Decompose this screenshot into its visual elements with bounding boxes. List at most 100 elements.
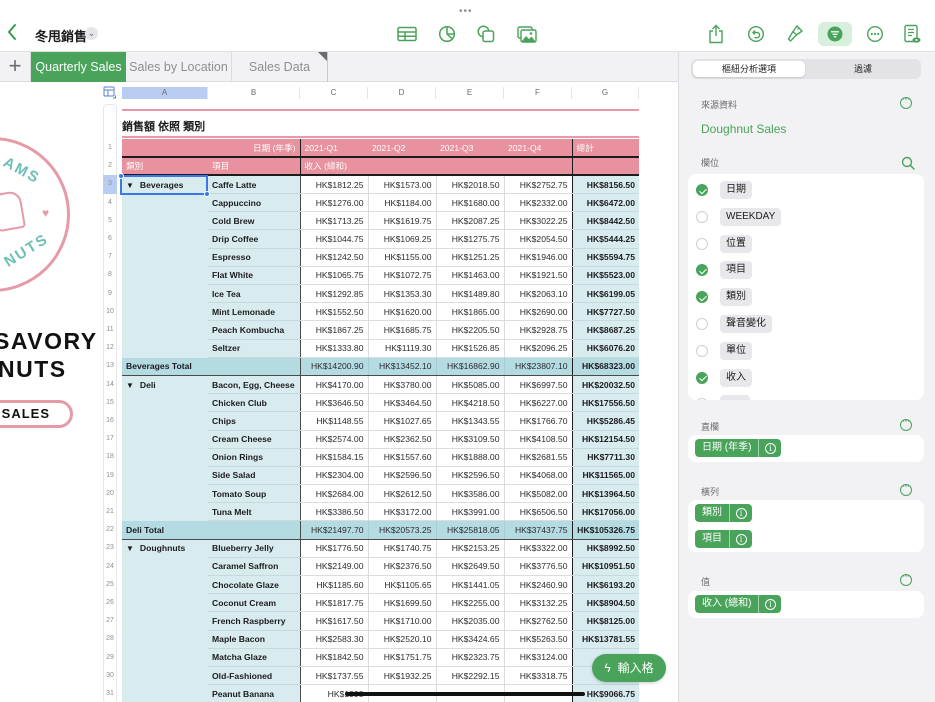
value-cell[interactable]: HK$1526.85 — [436, 339, 505, 358]
row-total-cell[interactable]: HK$8125.00 — [572, 611, 639, 631]
collapse-triangle-icon[interactable]: ▼ — [126, 544, 134, 553]
row-header[interactable]: 16 — [103, 412, 117, 430]
segment-filter[interactable]: 過濾 — [807, 61, 919, 77]
category-cell[interactable]: ▼ Deli — [122, 375, 208, 395]
item-cell[interactable]: Flat White — [208, 266, 301, 286]
value-cell[interactable]: HK$1699.50 — [368, 593, 437, 613]
field-chip[interactable]: WEEKDAY — [720, 207, 782, 226]
row-total-cell[interactable]: HK$5594.75 — [572, 248, 639, 267]
field-item[interactable]: 項目 — [696, 260, 752, 280]
field-item[interactable]: 日期 — [696, 180, 752, 200]
value-cell[interactable]: HK$2520.10 — [368, 630, 437, 649]
value-cell[interactable]: HK$1119.30 — [368, 339, 437, 358]
value-cell[interactable]: HK$1713.25 — [300, 211, 369, 231]
field-chip[interactable]: 日期 — [720, 181, 752, 199]
row-header[interactable]: 10 — [103, 303, 117, 321]
item-cell[interactable]: Side Salad — [208, 466, 301, 486]
row-header[interactable]: 3 — [103, 175, 117, 194]
quarter-header[interactable]: 2021-Q2 — [368, 139, 436, 159]
category-cell[interactable]: ▼ Beverages — [122, 175, 208, 195]
home-indicator[interactable] — [345, 692, 585, 696]
row-header[interactable]: 17 — [103, 430, 117, 448]
row-header[interactable]: 22 — [103, 521, 117, 539]
category-cell-blank[interactable] — [122, 320, 208, 340]
row-total-cell[interactable]: HK$17056.00 — [572, 502, 639, 522]
field-chip[interactable] — [720, 395, 750, 400]
row-total-cell[interactable]: HK$10951.50 — [572, 557, 639, 577]
row-total-cell[interactable]: HK$8992.50 — [572, 539, 639, 558]
value-cell[interactable]: HK$1685.75 — [368, 320, 437, 340]
row-total-cell[interactable]: HK$20032.50 — [572, 375, 639, 395]
field-chip[interactable]: 聲音變化 — [720, 315, 772, 333]
item-cell[interactable]: Cold Brew — [208, 211, 301, 231]
subtotal-value-cell[interactable]: HK$20573.25 — [368, 520, 437, 540]
item-cell[interactable]: Old-Fashioned — [208, 666, 301, 686]
value-cell[interactable]: HK$2928.75 — [504, 320, 573, 340]
value-cell[interactable]: HK$3322.00 — [504, 539, 573, 558]
row-total-cell[interactable]: HK$5523.00 — [572, 266, 639, 286]
segment-pivot-options[interactable]: 樞紐分析選項 — [693, 61, 805, 77]
value-cell[interactable]: HK$4170.00 — [300, 375, 369, 395]
row-header[interactable]: 11 — [103, 321, 117, 339]
category-cell-blank[interactable] — [122, 193, 208, 213]
value-cell[interactable]: HK$1620.00 — [368, 302, 437, 322]
row-field-pill[interactable]: 類別 i — [695, 504, 752, 522]
row-header[interactable]: 13 — [103, 357, 117, 375]
value-cell[interactable]: HK$1710.00 — [368, 611, 437, 631]
category-cell[interactable]: ▼ Doughnuts — [122, 539, 208, 558]
row-header[interactable]: 28 — [103, 630, 117, 648]
value-cell[interactable]: HK$2649.50 — [436, 557, 505, 577]
value-cell[interactable]: HK$5263.50 — [504, 630, 573, 649]
field-chip[interactable]: 單位 — [720, 341, 752, 360]
category-cell-blank[interactable] — [122, 575, 208, 595]
value-cell[interactable]: HK$1817.75 — [300, 593, 369, 613]
value-cell[interactable]: HK$2752.75 — [504, 175, 573, 195]
quarter-header[interactable]: 2021-Q1 — [299, 139, 368, 159]
info-button[interactable]: i — [759, 595, 781, 613]
subtotal-total-cell[interactable]: HK$105326.75 — [572, 520, 639, 540]
value-cell[interactable]: HK$1044.75 — [300, 229, 369, 249]
row-total-cell[interactable]: HK$8442.50 — [572, 211, 639, 231]
row-header[interactable]: 31 — [103, 685, 117, 702]
checkmark-circle-icon[interactable] — [696, 184, 708, 196]
item-cell[interactable]: Peanut Banana — [208, 684, 301, 702]
category-cell-blank[interactable] — [122, 248, 208, 267]
item-header[interactable]: 項目 — [208, 157, 300, 177]
row-header[interactable]: 20 — [103, 485, 117, 503]
column-header[interactable]: A — [122, 87, 208, 99]
value-cell[interactable]: HK$6227.00 — [504, 393, 573, 413]
tab-quarterly-sales[interactable]: Quarterly Sales — [31, 52, 126, 82]
reading-view-button[interactable] — [901, 24, 923, 44]
field-item[interactable]: 單位 — [696, 341, 752, 361]
empty-circle-icon[interactable] — [696, 237, 708, 250]
value-cell[interactable]: HK$2362.50 — [368, 430, 437, 449]
category-cell-blank[interactable] — [122, 284, 208, 304]
item-cell[interactable]: Seltzer — [208, 339, 301, 358]
value-cell[interactable]: HK$2149.00 — [300, 557, 369, 577]
value-cell[interactable]: HK$1184.00 — [368, 193, 437, 213]
value-cell[interactable]: HK$1441.05 — [436, 575, 505, 595]
value-cell[interactable]: HK$3132.25 — [504, 593, 573, 613]
row-header[interactable]: 26 — [103, 594, 117, 612]
more-button[interactable] — [864, 24, 886, 44]
value-cell[interactable]: HK$2681.55 — [504, 448, 573, 467]
row-total-cell[interactable]: HK$6199.05 — [572, 284, 639, 304]
value-cell[interactable]: HK$2096.25 — [504, 339, 573, 358]
value-cell[interactable]: HK$3172.00 — [368, 502, 437, 522]
category-cell-blank[interactable] — [122, 430, 208, 449]
value-cell[interactable]: HK$1619.75 — [368, 211, 437, 231]
title-menu-button[interactable]: ⌄ — [85, 27, 98, 40]
row-total-cell[interactable]: HK$13781.55 — [572, 630, 639, 649]
value-cell[interactable]: HK$1557.60 — [368, 448, 437, 467]
value-cell[interactable]: HK$3109.50 — [436, 430, 505, 449]
empty-circle-icon[interactable] — [696, 398, 708, 400]
field-item[interactable]: 聲音變化 — [696, 314, 772, 334]
item-cell[interactable]: Tuna Melt — [208, 502, 301, 522]
value-cell[interactable]: HK$2376.50 — [368, 557, 437, 577]
field-item[interactable]: 類別 — [696, 287, 752, 307]
subtotal-label[interactable]: Deli Total — [122, 520, 301, 540]
value-cell[interactable]: HK$1776.50 — [300, 539, 369, 558]
source-data-link[interactable]: Doughnut Sales — [701, 122, 786, 136]
category-cell-blank[interactable] — [122, 266, 208, 286]
value-cell[interactable]: HK$1276.00 — [300, 193, 369, 213]
